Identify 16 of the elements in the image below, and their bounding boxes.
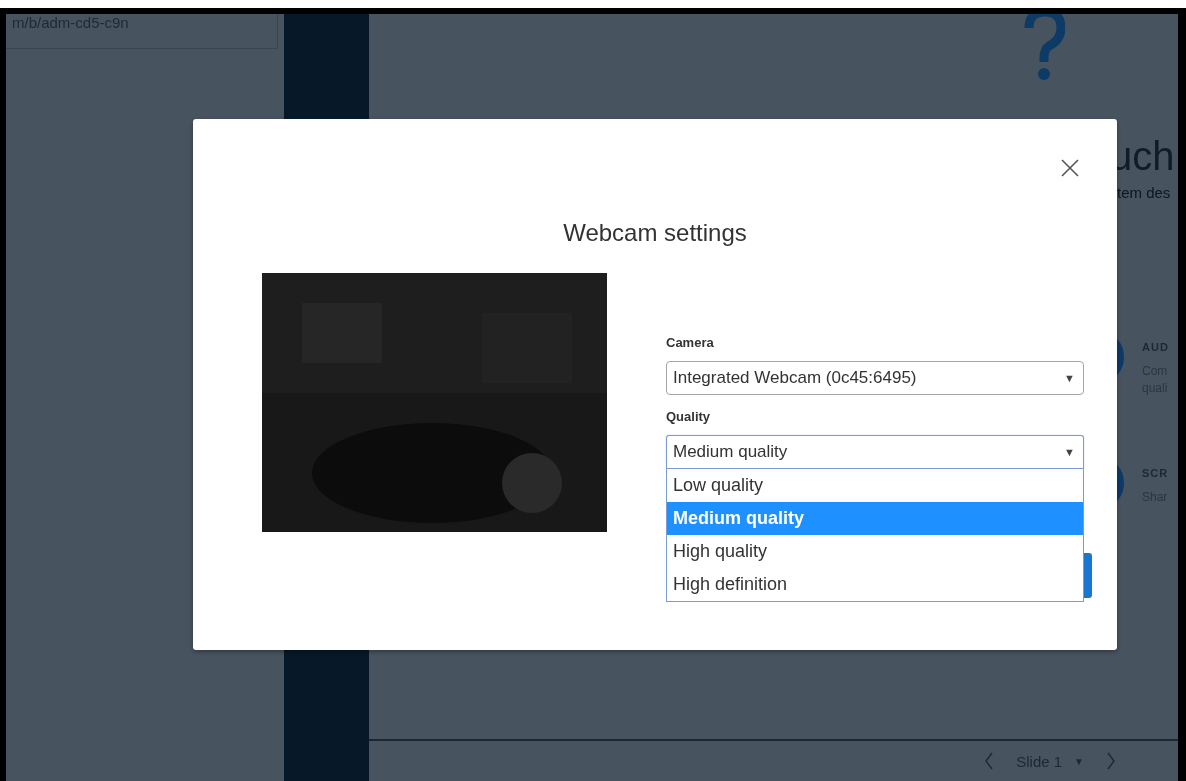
dropdown-value: Integrated Webcam (0c45:6495) — [673, 368, 917, 388]
next-icon[interactable] — [1106, 752, 1116, 770]
field-label: Camera — [666, 335, 715, 350]
caret-icon: ▼ — [1064, 372, 1075, 384]
dropdown[interactable]: Medium quality ▼ — [666, 435, 1084, 469]
dropdown-option[interactable]: Low quality — [667, 469, 1083, 502]
dropdown-value: Medium quality — [673, 442, 788, 462]
field-label: Quality — [666, 409, 712, 424]
close-button[interactable] — [1061, 159, 1079, 177]
subheading: tem des — [1117, 184, 1171, 201]
dropdown-option[interactable]: High quality — [667, 535, 1083, 568]
dialog-title: Webcam settings — [563, 219, 747, 247]
caret-icon: ▼ — [1064, 446, 1075, 458]
previous-icon[interactable] — [984, 752, 995, 770]
dropdown-option[interactable]: High definition — [667, 568, 1083, 601]
dropdown[interactable]: Integrated Webcam (0c45:6495) ▼ — [666, 361, 1084, 395]
